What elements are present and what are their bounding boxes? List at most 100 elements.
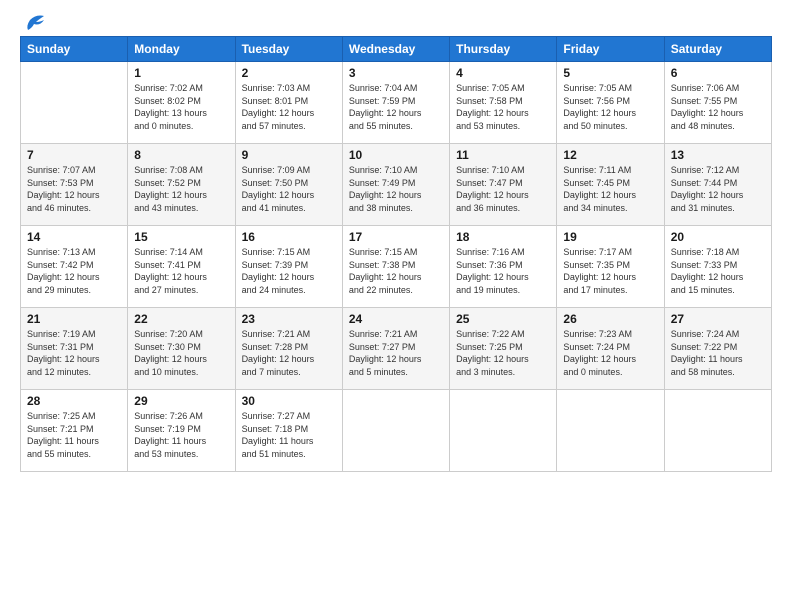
calendar-cell: 10 Sunrise: 7:10 AM Sunset: 7:49 PM Dayli… — [342, 144, 449, 226]
day-info: Sunrise: 7:21 AM Sunset: 7:28 PM Dayligh… — [242, 328, 336, 378]
calendar-cell: 15 Sunrise: 7:14 AM Sunset: 7:41 PM Dayli… — [128, 226, 235, 308]
day-number: 30 — [242, 394, 336, 408]
day-number: 21 — [27, 312, 121, 326]
day-number: 5 — [563, 66, 657, 80]
day-info: Sunrise: 7:25 AM Sunset: 7:21 PM Dayligh… — [27, 410, 121, 460]
calendar-week-row: 14 Sunrise: 7:13 AM Sunset: 7:42 PM Dayli… — [21, 226, 772, 308]
day-number: 19 — [563, 230, 657, 244]
calendar-cell: 30 Sunrise: 7:27 AM Sunset: 7:18 PM Dayli… — [235, 390, 342, 472]
day-number: 11 — [456, 148, 550, 162]
day-info: Sunrise: 7:22 AM Sunset: 7:25 PM Dayligh… — [456, 328, 550, 378]
day-info: Sunrise: 7:17 AM Sunset: 7:35 PM Dayligh… — [563, 246, 657, 296]
day-number: 17 — [349, 230, 443, 244]
calendar-cell: 17 Sunrise: 7:15 AM Sunset: 7:38 PM Dayli… — [342, 226, 449, 308]
calendar-cell: 4 Sunrise: 7:05 AM Sunset: 7:58 PM Daylig… — [450, 62, 557, 144]
day-number: 3 — [349, 66, 443, 80]
day-number: 8 — [134, 148, 228, 162]
calendar-cell: 14 Sunrise: 7:13 AM Sunset: 7:42 PM Dayli… — [21, 226, 128, 308]
logo-bird-icon — [22, 12, 44, 30]
day-info: Sunrise: 7:12 AM Sunset: 7:44 PM Dayligh… — [671, 164, 765, 214]
calendar-header-tuesday: Tuesday — [235, 37, 342, 62]
calendar-cell: 8Sunrise: 7:08 AM Sunset: 7:52 PM Daylig… — [128, 144, 235, 226]
calendar-cell: 19 Sunrise: 7:17 AM Sunset: 7:35 PM Dayli… — [557, 226, 664, 308]
calendar-week-row: 7 Sunrise: 7:07 AM Sunset: 7:53 PM Daylig… — [21, 144, 772, 226]
day-info: Sunrise: 7:27 AM Sunset: 7:18 PM Dayligh… — [242, 410, 336, 460]
day-number: 15 — [134, 230, 228, 244]
day-info: Sunrise: 7:13 AM Sunset: 7:42 PM Dayligh… — [27, 246, 121, 296]
calendar-cell: 12 Sunrise: 7:11 AM Sunset: 7:45 PM Dayli… — [557, 144, 664, 226]
day-number: 7 — [27, 148, 121, 162]
calendar-cell: 13 Sunrise: 7:12 AM Sunset: 7:44 PM Dayli… — [664, 144, 771, 226]
day-info: Sunrise: 7:18 AM Sunset: 7:33 PM Dayligh… — [671, 246, 765, 296]
day-info: Sunrise: 7:10 AM Sunset: 7:49 PM Dayligh… — [349, 164, 443, 214]
calendar-cell: 5 Sunrise: 7:05 AM Sunset: 7:56 PM Daylig… — [557, 62, 664, 144]
day-info: Sunrise: 7:07 AM Sunset: 7:53 PM Dayligh… — [27, 164, 121, 214]
calendar-header-monday: Monday — [128, 37, 235, 62]
calendar-cell — [450, 390, 557, 472]
logo — [20, 16, 44, 26]
day-info: Sunrise: 7:19 AM Sunset: 7:31 PM Dayligh… — [27, 328, 121, 378]
calendar-cell — [21, 62, 128, 144]
day-number: 4 — [456, 66, 550, 80]
calendar-cell: 3Sunrise: 7:04 AM Sunset: 7:59 PM Daylig… — [342, 62, 449, 144]
day-info: Sunrise: 7:23 AM Sunset: 7:24 PM Dayligh… — [563, 328, 657, 378]
calendar-cell: 21 Sunrise: 7:19 AM Sunset: 7:31 PM Dayli… — [21, 308, 128, 390]
day-number: 16 — [242, 230, 336, 244]
calendar-cell — [342, 390, 449, 472]
day-info: Sunrise: 7:06 AM Sunset: 7:55 PM Dayligh… — [671, 82, 765, 132]
calendar-cell: 22 Sunrise: 7:20 AM Sunset: 7:30 PM Dayli… — [128, 308, 235, 390]
day-number: 14 — [27, 230, 121, 244]
calendar-cell: 9Sunrise: 7:09 AM Sunset: 7:50 PM Daylig… — [235, 144, 342, 226]
day-number: 20 — [671, 230, 765, 244]
calendar-cell: 2 Sunrise: 7:03 AM Sunset: 8:01 PM Daylig… — [235, 62, 342, 144]
day-number: 18 — [456, 230, 550, 244]
calendar-header-thursday: Thursday — [450, 37, 557, 62]
day-number: 6 — [671, 66, 765, 80]
day-number: 29 — [134, 394, 228, 408]
day-number: 9 — [242, 148, 336, 162]
day-info: Sunrise: 7:14 AM Sunset: 7:41 PM Dayligh… — [134, 246, 228, 296]
day-number: 10 — [349, 148, 443, 162]
day-number: 24 — [349, 312, 443, 326]
day-info: Sunrise: 7:05 AM Sunset: 7:58 PM Dayligh… — [456, 82, 550, 132]
day-number: 22 — [134, 312, 228, 326]
calendar-cell: 11 Sunrise: 7:10 AM Sunset: 7:47 PM Dayli… — [450, 144, 557, 226]
day-info: Sunrise: 7:26 AM Sunset: 7:19 PM Dayligh… — [134, 410, 228, 460]
day-info: Sunrise: 7:05 AM Sunset: 7:56 PM Dayligh… — [563, 82, 657, 132]
day-info: Sunrise: 7:11 AM Sunset: 7:45 PM Dayligh… — [563, 164, 657, 214]
day-info: Sunrise: 7:24 AM Sunset: 7:22 PM Dayligh… — [671, 328, 765, 378]
day-number: 23 — [242, 312, 336, 326]
calendar-cell: 18 Sunrise: 7:16 AM Sunset: 7:36 PM Dayli… — [450, 226, 557, 308]
calendar-week-row: 1Sunrise: 7:02 AM Sunset: 8:02 PM Daylig… — [21, 62, 772, 144]
calendar-cell: 20 Sunrise: 7:18 AM Sunset: 7:33 PM Dayli… — [664, 226, 771, 308]
header — [20, 16, 772, 26]
calendar-cell — [557, 390, 664, 472]
page: SundayMondayTuesdayWednesdayThursdayFrid… — [0, 0, 792, 612]
calendar-cell: 16Sunrise: 7:15 AM Sunset: 7:39 PM Dayli… — [235, 226, 342, 308]
day-number: 2 — [242, 66, 336, 80]
calendar-header-row: SundayMondayTuesdayWednesdayThursdayFrid… — [21, 37, 772, 62]
calendar-table: SundayMondayTuesdayWednesdayThursdayFrid… — [20, 36, 772, 472]
calendar-cell: 7 Sunrise: 7:07 AM Sunset: 7:53 PM Daylig… — [21, 144, 128, 226]
day-info: Sunrise: 7:16 AM Sunset: 7:36 PM Dayligh… — [456, 246, 550, 296]
day-number: 28 — [27, 394, 121, 408]
calendar-header-sunday: Sunday — [21, 37, 128, 62]
day-info: Sunrise: 7:10 AM Sunset: 7:47 PM Dayligh… — [456, 164, 550, 214]
calendar-header-wednesday: Wednesday — [342, 37, 449, 62]
day-number: 13 — [671, 148, 765, 162]
day-number: 26 — [563, 312, 657, 326]
calendar-cell: 27 Sunrise: 7:24 AM Sunset: 7:22 PM Dayli… — [664, 308, 771, 390]
day-info: Sunrise: 7:20 AM Sunset: 7:30 PM Dayligh… — [134, 328, 228, 378]
day-number: 12 — [563, 148, 657, 162]
day-info: Sunrise: 7:21 AM Sunset: 7:27 PM Dayligh… — [349, 328, 443, 378]
calendar-header-friday: Friday — [557, 37, 664, 62]
day-info: Sunrise: 7:15 AM Sunset: 7:38 PM Dayligh… — [349, 246, 443, 296]
day-info: Sunrise: 7:02 AM Sunset: 8:02 PM Dayligh… — [134, 82, 228, 132]
day-number: 27 — [671, 312, 765, 326]
day-info: Sunrise: 7:03 AM Sunset: 8:01 PM Dayligh… — [242, 82, 336, 132]
calendar-cell: 1Sunrise: 7:02 AM Sunset: 8:02 PM Daylig… — [128, 62, 235, 144]
calendar-header-saturday: Saturday — [664, 37, 771, 62]
calendar-cell — [664, 390, 771, 472]
calendar-cell: 23 Sunrise: 7:21 AM Sunset: 7:28 PM Dayli… — [235, 308, 342, 390]
day-number: 25 — [456, 312, 550, 326]
